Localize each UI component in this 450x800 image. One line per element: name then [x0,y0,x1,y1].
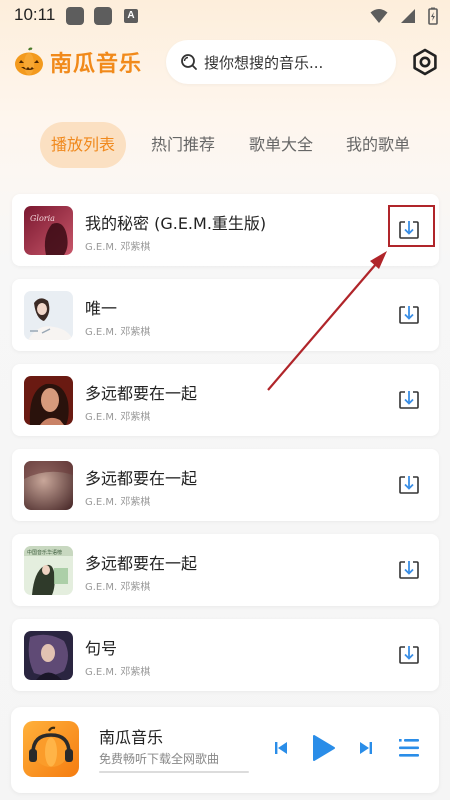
battery-icon [428,7,438,25]
song-item[interactable]: 多远都要在一起 G.E.M. 邓紫棋 [12,364,439,436]
play-icon[interactable] [311,734,337,762]
category-tabs: 播放列表 热门推荐 歌单大全 我的歌单 [0,122,450,168]
search-placeholder: 搜你想搜的音乐... [204,53,324,72]
song-artist: G.E.M. 邓紫棋 [85,497,151,508]
status-bar: 10:11 A [0,0,450,32]
svg-text:中国音乐华语榜: 中国音乐华语榜 [27,549,62,556]
download-icon[interactable] [398,644,420,666]
song-title: 多远都要在一起 [85,554,198,573]
album-cover [24,461,73,510]
search-input[interactable]: 搜你想搜的音乐... [166,40,396,84]
mini-player[interactable]: 南瓜音乐 免费畅听下载全网歌曲 [11,707,439,793]
wifi-icon [370,9,388,23]
signal-icon [401,9,415,23]
song-title: 我的秘密 (G.E.M.重生版) [85,214,267,233]
song-item[interactable]: 唯一 G.E.M. 邓紫棋 [12,279,439,351]
annotation-highlight-box [388,205,435,247]
download-icon[interactable] [398,559,420,581]
song-title: 句号 [85,639,118,658]
pumpkin-headphones-icon [23,721,79,777]
pumpkin-logo-icon [15,47,43,76]
song-item[interactable]: Gloria 我的秘密 (G.E.M.重生版) G.E.M. 邓紫棋 [12,194,439,266]
album-cover: Gloria [24,206,73,255]
status-time: 10:11 [14,5,56,24]
song-item[interactable]: 句号 G.E.M. 邓紫棋 [12,619,439,691]
tab-hot-recommend[interactable]: 热门推荐 [140,122,226,168]
song-artist: G.E.M. 邓紫棋 [85,582,151,593]
tab-playlist[interactable]: 播放列表 [40,122,126,168]
app-name: 南瓜音乐 [50,52,143,77]
svg-text:Gloria: Gloria [30,214,55,223]
progress-bar[interactable] [99,771,249,773]
a-badge-icon: A [124,9,138,23]
download-icon[interactable] [398,304,420,326]
notification-icon [94,7,112,25]
tab-my-playlist[interactable]: 我的歌单 [335,122,421,168]
song-title: 多远都要在一起 [85,384,198,403]
song-item[interactable]: 中国音乐华语榜 多远都要在一起 G.E.M. 邓紫棋 [12,534,439,606]
search-icon [181,54,197,70]
song-item[interactable]: 多远都要在一起 G.E.M. 邓紫棋 [12,449,439,521]
player-title: 南瓜音乐 [99,728,164,747]
song-artist: G.E.M. 邓紫棋 [85,412,151,423]
playlist-icon[interactable] [397,736,421,760]
app-logo: 南瓜音乐 [14,46,142,78]
album-cover [24,631,73,680]
song-title: 唯一 [85,299,118,318]
song-artist: G.E.M. 邓紫棋 [85,667,151,678]
player-subtitle: 免费畅听下载全网歌曲 [99,752,220,766]
previous-icon[interactable] [273,740,289,756]
song-artist: G.E.M. 邓紫棋 [85,242,151,253]
next-icon[interactable] [358,740,374,756]
settings-hexagon-icon[interactable] [410,47,440,77]
download-icon[interactable] [398,389,420,411]
album-cover [24,291,73,340]
download-icon[interactable] [398,474,420,496]
song-title: 多远都要在一起 [85,469,198,488]
song-artist: G.E.M. 邓紫棋 [85,327,151,338]
tab-playlist-collection[interactable]: 歌单大全 [238,122,324,168]
album-cover [24,376,73,425]
notification-icon [66,7,84,25]
album-cover: 中国音乐华语榜 [24,546,73,595]
